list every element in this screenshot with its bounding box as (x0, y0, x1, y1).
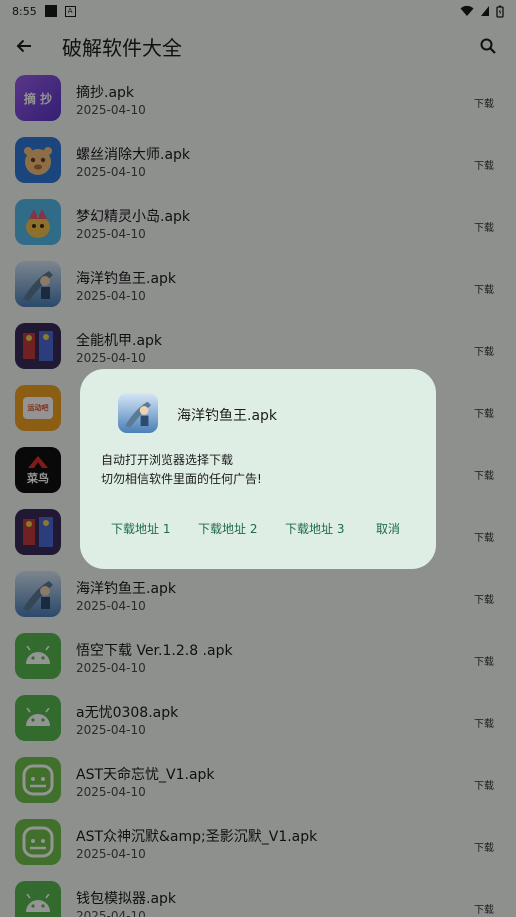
download-link-2-button[interactable]: 下载地址 2 (198, 520, 257, 537)
download-dialog: 海洋钓鱼王.apk 自动打开浏览器选择下载 切勿相信软件里面的任何广告! 下载地… (80, 369, 436, 569)
fishing-king-icon (118, 393, 158, 433)
app-screen: 8:55 A 破解软件大全 摘 抄 摘抄.apk 2025-04-10 下载 螺… (0, 0, 516, 917)
download-link-1-button[interactable]: 下载地址 1 (111, 520, 170, 537)
download-link-3-button[interactable]: 下载地址 3 (285, 520, 344, 537)
dialog-title: 海洋钓鱼王.apk (177, 408, 278, 424)
dialog-message-line: 切勿相信软件里面的任何广告! (101, 472, 262, 486)
cancel-button[interactable]: 取消 (376, 520, 400, 537)
dialog-message-line: 自动打开浏览器选择下载 (101, 453, 234, 467)
dialog-message: 自动打开浏览器选择下载 切勿相信软件里面的任何广告! (101, 451, 262, 489)
